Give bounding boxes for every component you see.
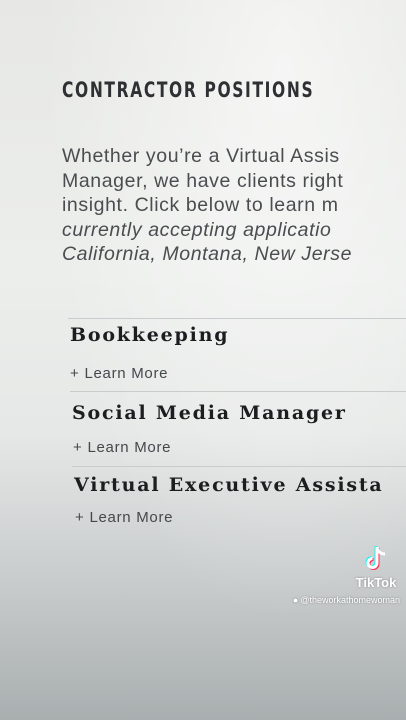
intro-line: Whether you’re a Virtual Assis — [62, 145, 340, 167]
learn-more-social-media-manager[interactable]: + Learn More — [73, 439, 171, 456]
intro-line: California, Montana, New Jerse — [62, 243, 353, 265]
position-title-social-media-manager: Social Media Manager — [72, 402, 347, 424]
plus-icon: + — [70, 365, 80, 382]
divider — [70, 391, 406, 392]
learn-more-label: Learn More — [84, 365, 169, 382]
learn-more-label: Learn More — [87, 439, 172, 456]
position-title-bookkeeping: Bookkeeping — [70, 324, 230, 346]
intro-line: insight. Click below to learn m — [62, 194, 339, 216]
position-title-virtual-executive-assistant: Virtual Executive Assista — [74, 474, 384, 496]
tiktok-brand-label: TikTok — [355, 575, 397, 590]
intro-line: currently accepting applicatio — [62, 218, 332, 241]
divider — [72, 466, 406, 467]
creator-handle: ● @theworkathomewoman — [293, 595, 400, 605]
learn-more-label: Learn More — [89, 509, 174, 526]
tiktok-watermark: TikTok — [352, 545, 400, 590]
learn-more-bookkeeping[interactable]: + Learn More — [70, 365, 168, 382]
user-icon: ● — [292, 595, 299, 605]
website-screen: CONTRACTOR POSITIONS Whether you’re a Vi… — [0, 0, 406, 720]
plus-icon: + — [75, 509, 85, 526]
intro-line: Manager, we have clients right — [62, 169, 344, 192]
plus-icon: + — [73, 439, 83, 456]
section-heading: CONTRACTOR POSITIONS — [62, 78, 315, 102]
intro-paragraph: Whether you’re a Virtual Assis Manager, … — [62, 144, 406, 267]
tiktok-logo-icon — [365, 546, 386, 570]
divider — [68, 318, 406, 319]
creator-handle-text: @theworkathomewoman — [300, 595, 400, 605]
learn-more-virtual-executive-assistant[interactable]: + Learn More — [75, 509, 173, 526]
